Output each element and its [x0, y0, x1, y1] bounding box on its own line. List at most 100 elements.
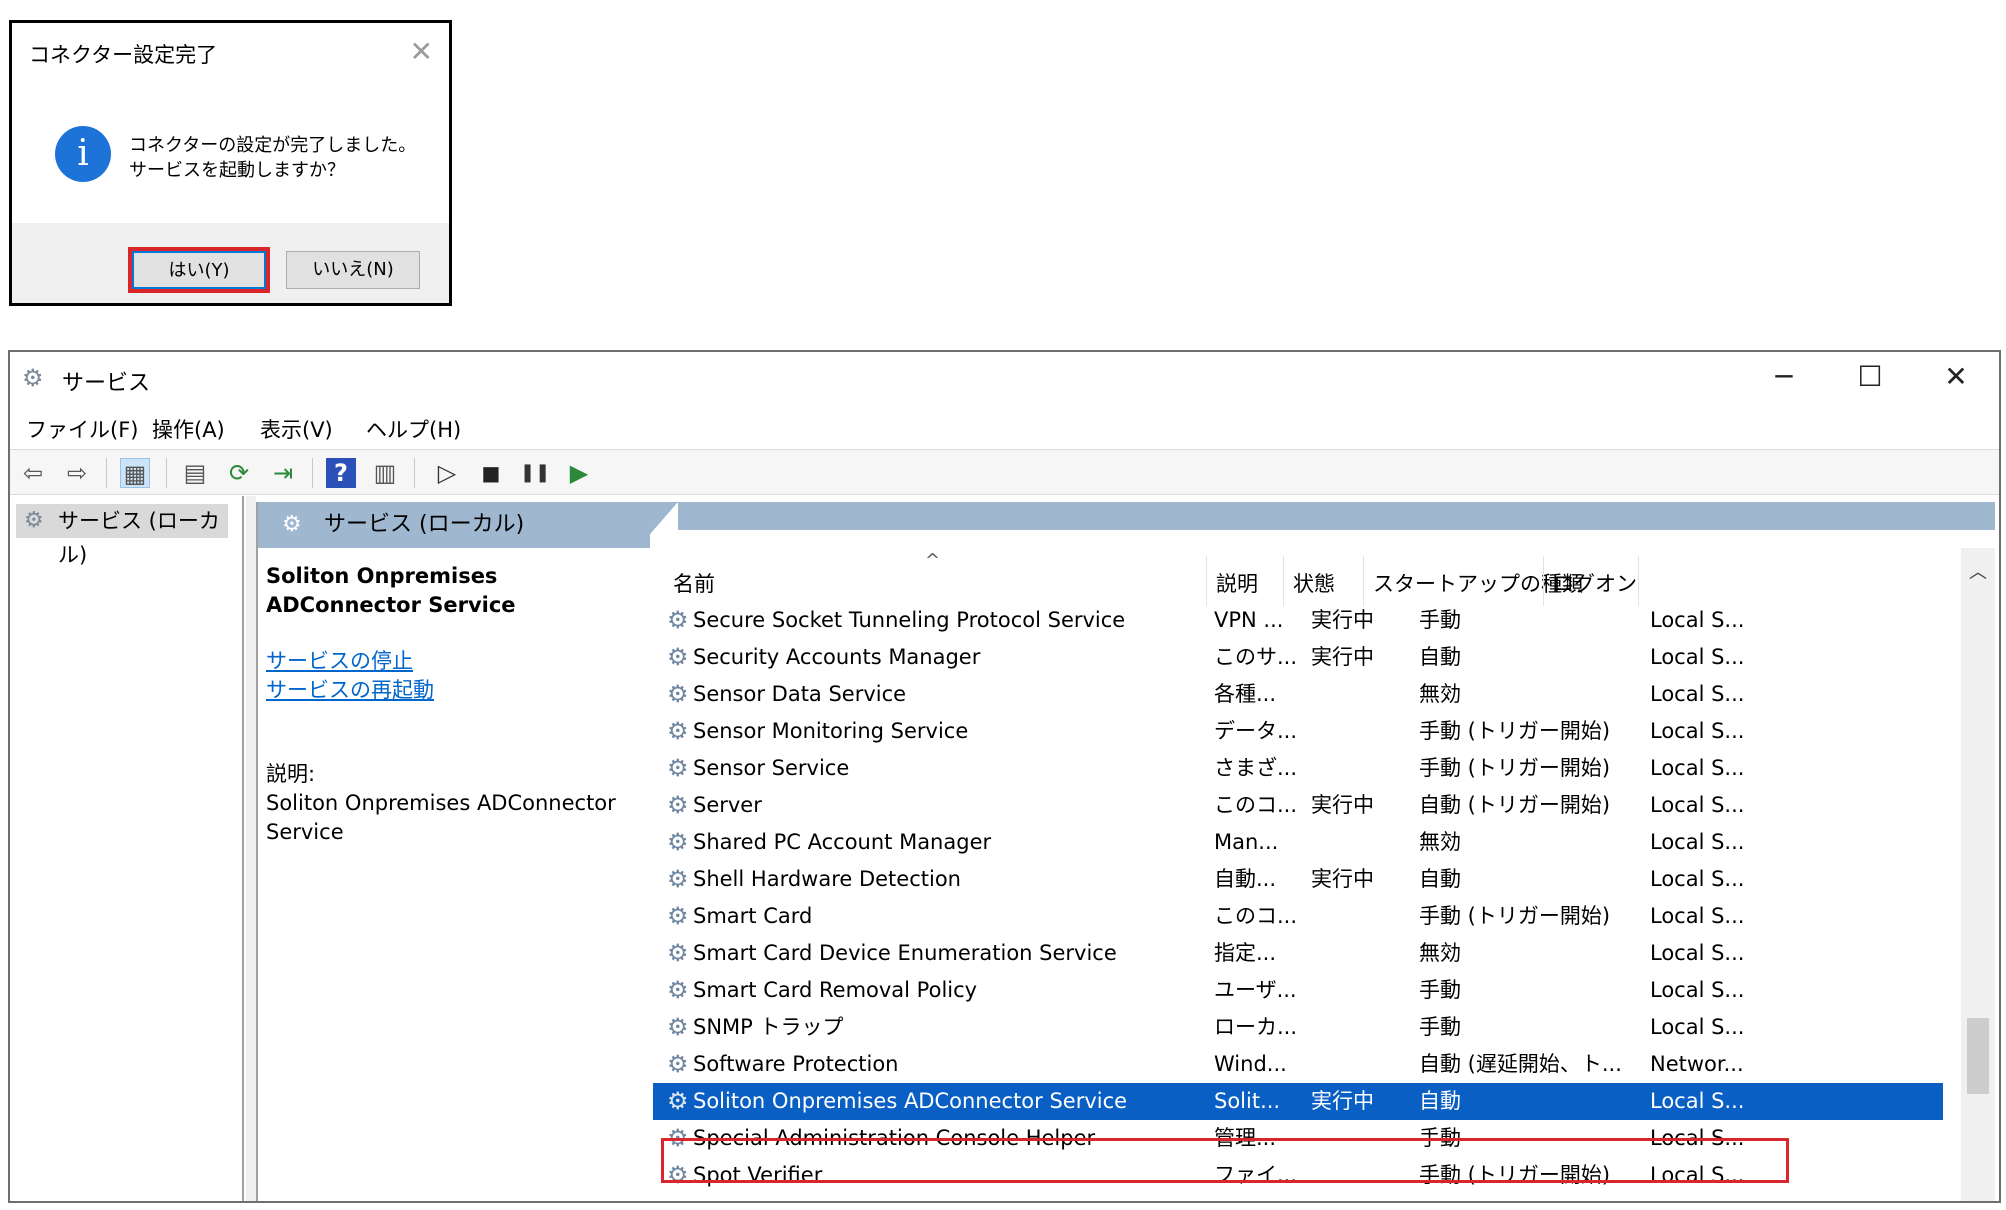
maximize-button[interactable]: ☐ [1827, 352, 1913, 404]
list-header: ^ 名前 説明 状態 スタートアップの種類 ログオン [653, 548, 1961, 606]
cell-startup: 自動 (トリガー開始) [1419, 793, 1611, 817]
cell-desc: 各種... [1214, 682, 1277, 706]
cell-logon: Local S... [1650, 978, 1745, 1002]
table-row[interactable]: ⚙ Software Protection Wind... 自動 (遅延開始、ト...… [653, 1046, 1961, 1083]
description-label: 説明: [266, 762, 316, 786]
restart-service-link[interactable]: サービスの再起動 [266, 676, 646, 705]
cell-logon: Local S... [1650, 719, 1745, 743]
cell-desc: データ... [1214, 719, 1298, 743]
table-row[interactable]: ⚙ Shell Hardware Detection 自動... 実行中 自動 Local… [653, 861, 1961, 898]
table-row[interactable]: ⚙ Shared PC Account Manager Man... 無効 Local … [653, 824, 1961, 861]
table-row[interactable]: ⚙ Special Administration Console Helper 管理… [653, 1120, 1961, 1157]
vertical-scrollbar[interactable]: ︿ [1961, 548, 1995, 1201]
back-arrow-icon[interactable]: ⇦ [18, 458, 48, 488]
forward-arrow-icon[interactable]: ⇨ [62, 458, 92, 488]
close-button[interactable]: ✕ [1913, 352, 1999, 404]
tree-item-services-local[interactable]: ⚙ サービス (ローカル) [16, 504, 228, 567]
title-bar: ⚙ サービス ─ ☐ ✕ [10, 352, 1999, 404]
toolbar-separator [312, 458, 313, 488]
cell-logon: Local S... [1650, 682, 1745, 706]
view-icon[interactable]: ▥ [370, 458, 400, 488]
cell-name: Sensor Data Service [693, 682, 907, 706]
cell-desc: 管理... [1214, 1126, 1277, 1150]
cell-desc: さまざ... [1214, 756, 1298, 780]
sort-ascending-icon: ^ [925, 550, 941, 571]
pane-splitter[interactable] [246, 496, 256, 1201]
service-gear-icon: ⚙ [667, 1013, 689, 1041]
cell-startup: 手動 (トリガー開始) [1419, 719, 1611, 743]
column-header-logon[interactable]: ログオン [1553, 568, 1637, 598]
console-tree-icon[interactable]: ▦ [120, 458, 150, 488]
column-header-description[interactable]: 説明 [1216, 568, 1258, 598]
cell-name: Shared PC Account Manager [693, 830, 992, 854]
table-row[interactable]: ⚙ Secure Socket Tunneling Protocol Servic… [653, 602, 1961, 639]
column-header-startup-type[interactable]: スタートアップの種類 [1373, 568, 1583, 598]
stop-service-icon[interactable]: ■ [476, 458, 506, 488]
service-gear-icon: ⚙ [667, 606, 689, 634]
cell-desc: ファイ... [1214, 1163, 1298, 1187]
column-header-name[interactable]: 名前 [673, 568, 715, 598]
cell-startup: 自動 [1419, 867, 1461, 891]
table-row[interactable]: ⚙ SNMP トラップ ローカ... 手動 Local S... [653, 1009, 1961, 1046]
yes-button[interactable]: はい(Y) [128, 247, 270, 293]
cell-startup: 自動 [1419, 645, 1461, 669]
export-list-icon[interactable]: ⇥ [268, 458, 298, 488]
table-row[interactable]: ⚙ Smart Card このコ... 手動 (トリガー開始) Local S... [653, 898, 1961, 935]
cell-name: Shell Hardware Detection [693, 867, 961, 891]
cell-logon: Local S... [1650, 756, 1745, 780]
table-row[interactable]: ⚙ Spot Verifier ファイ... 手動 (トリガー開始) Local S..… [653, 1157, 1961, 1194]
column-divider[interactable] [1363, 556, 1364, 606]
column-divider[interactable] [1638, 556, 1639, 606]
menu-view[interactable]: 表示(V) [260, 414, 333, 444]
column-divider[interactable] [1283, 556, 1284, 606]
resume-service-icon[interactable]: ▶ [564, 458, 594, 488]
column-header-status[interactable]: 状態 [1293, 568, 1335, 598]
properties-icon[interactable]: ▤ [180, 458, 210, 488]
service-gear-icon: ⚙ [667, 1124, 689, 1152]
gear-icon: ⚙ [282, 512, 302, 537]
column-divider[interactable] [1206, 556, 1207, 606]
service-gear-icon: ⚙ [667, 1087, 689, 1115]
toolbar-separator [414, 458, 415, 488]
table-row[interactable]: ⚙ Smart Card Device Enumeration Service 指定… [653, 935, 1961, 972]
cell-logon: Local S... [1650, 1163, 1745, 1187]
scroll-up-icon[interactable]: ︿ [1961, 558, 1995, 584]
menu-help[interactable]: ヘルプ(H) [366, 414, 461, 444]
table-row[interactable]: ⚙ Sensor Data Service 各種... 無効 Local S... [653, 676, 1961, 713]
dialog-title: コネクター設定完了 [29, 43, 218, 67]
cell-status: 実行中 [1311, 608, 1374, 632]
table-row[interactable]: ⚙ Sensor Monitoring Service データ... 手動 (トリガー… [653, 713, 1961, 750]
content-header-title: サービス (ローカル) [324, 512, 525, 537]
menu-file[interactable]: ファイル(F) [26, 414, 138, 444]
toolbar: ⇦ ⇨ ▦ ▤ ⟳ ⇥ ? ▥ ▷ ■ ❚❚ ▶ [10, 449, 1999, 495]
service-gear-icon: ⚙ [667, 717, 689, 745]
stop-service-link[interactable]: サービスの停止 [266, 647, 646, 676]
no-button[interactable]: いいえ(N) [286, 251, 420, 289]
table-row-selected[interactable]: ⚙ Soliton Onpremises ADConnector Service S… [653, 1083, 1943, 1120]
table-row[interactable]: ⚙ Smart Card Removal Policy ユーザ... 手動 Local … [653, 972, 1961, 1009]
cell-name: Smart Card Device Enumeration Service [693, 941, 1117, 965]
dialog-close-icon[interactable]: ✕ [410, 35, 433, 68]
minimize-button[interactable]: ─ [1741, 352, 1827, 404]
service-gear-icon: ⚙ [667, 791, 689, 819]
cell-startup: 手動 (トリガー開始) [1419, 756, 1611, 780]
refresh-icon[interactable]: ⟳ [224, 458, 254, 488]
table-row[interactable]: ⚙ Sensor Service さまざ... 手動 (トリガー開始) Local S.… [653, 750, 1961, 787]
cell-startup: 無効 [1419, 682, 1461, 706]
table-row[interactable]: ⚙ Server このコ... 実行中 自動 (トリガー開始) Local S... [653, 787, 1961, 824]
help-icon[interactable]: ? [326, 458, 356, 488]
service-gear-icon: ⚙ [667, 828, 689, 856]
table-row[interactable]: ⚙ Security Accounts Manager このサ... 実行中 自動 Loc… [653, 639, 1961, 676]
confirm-dialog: コネクター設定完了 ✕ i コネクターの設定が完了しました。 サービスを起動しま… [9, 20, 452, 306]
cell-status: 実行中 [1311, 1089, 1374, 1113]
menu-action[interactable]: 操作(A) [152, 414, 225, 444]
cell-name: Smart Card [693, 904, 813, 928]
cell-desc: 自動... [1214, 867, 1277, 891]
pause-service-icon[interactable]: ❚❚ [520, 458, 550, 488]
start-service-icon[interactable]: ▷ [432, 458, 462, 488]
cell-desc: ユーザ... [1214, 978, 1297, 1002]
cell-name: Server [693, 793, 762, 817]
service-gear-icon: ⚙ [667, 902, 689, 930]
scrollbar-thumb[interactable] [1967, 1018, 1989, 1094]
column-divider[interactable] [1543, 556, 1544, 606]
